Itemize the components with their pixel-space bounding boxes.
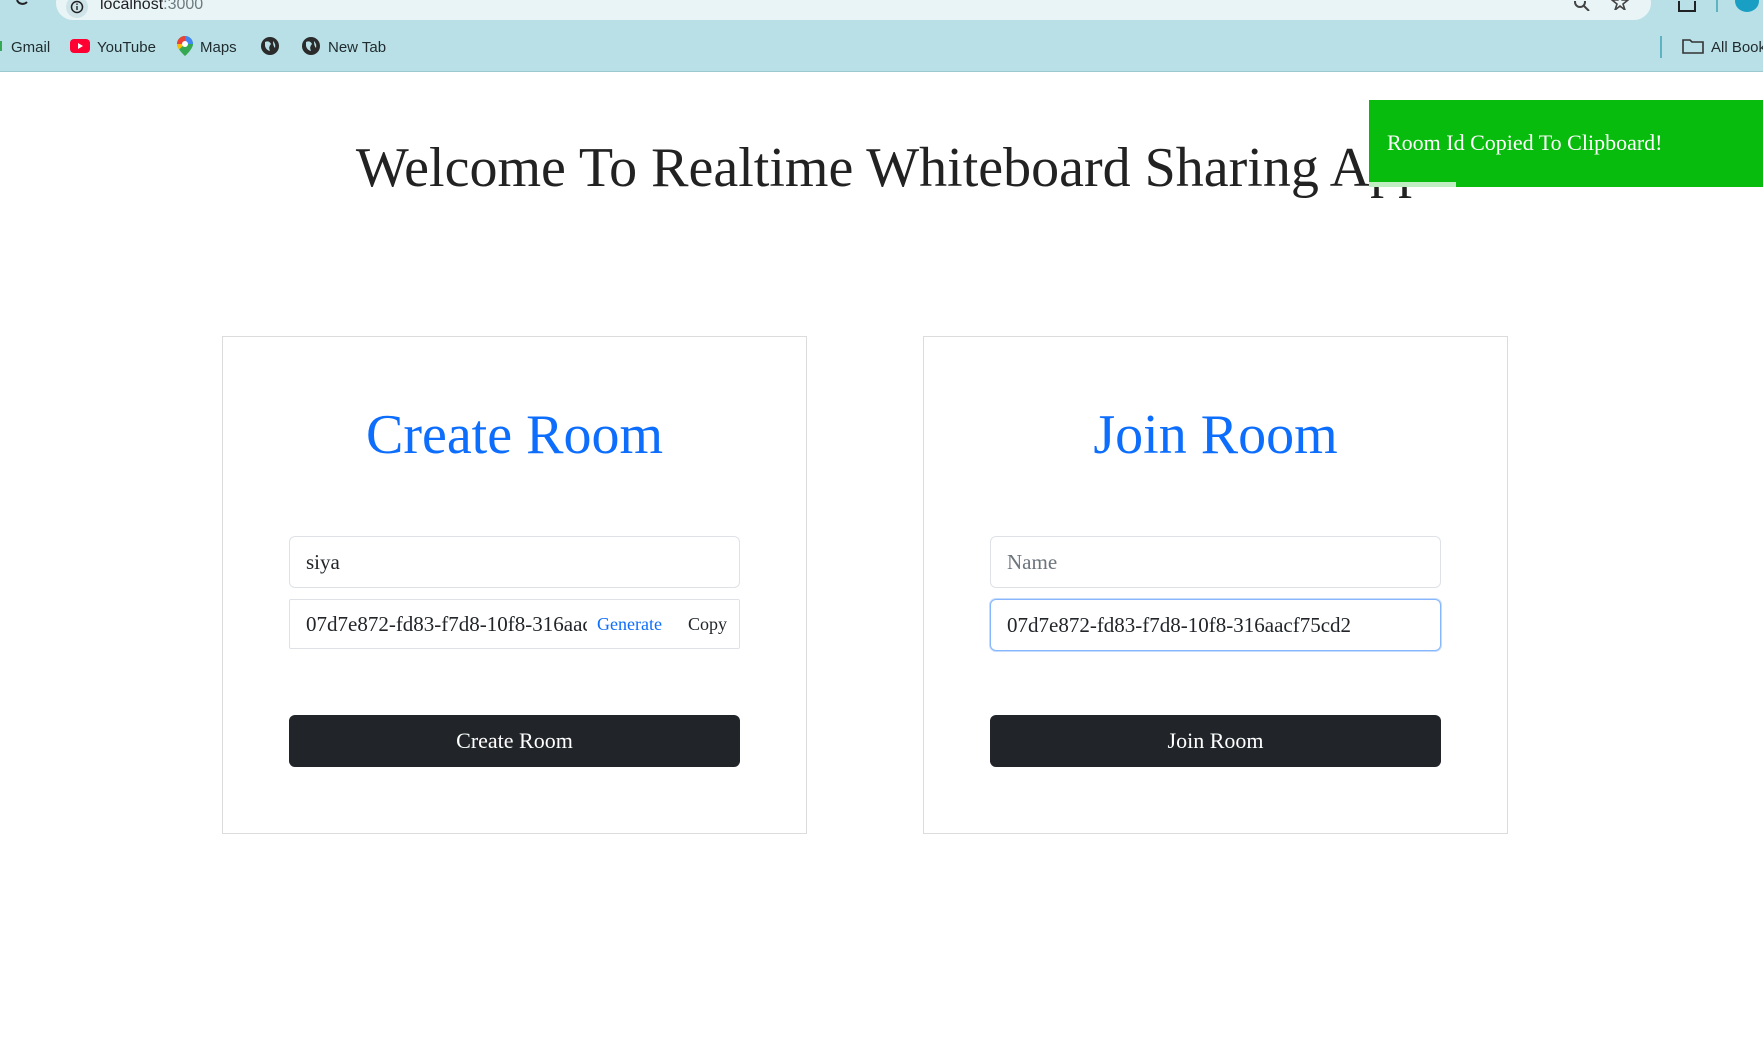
folder-icon (1682, 38, 1704, 58)
gmail-icon (0, 39, 4, 57)
create-room-button[interactable]: Create Room (289, 715, 740, 767)
join-room-id-input[interactable]: 07d7e872-fd83-f7d8-10f8-316aacf75cd2 (990, 599, 1441, 651)
bookmarks-divider (1660, 36, 1662, 58)
join-name-input[interactable]: Name (990, 536, 1441, 588)
address-bar[interactable]: localhost:3000 (56, 0, 1651, 20)
all-bookmarks-label: All Bookmarks (1711, 39, 1763, 56)
toast-message: Room Id Copied To Clipboard! (1387, 130, 1663, 155)
bookmark-star-icon[interactable] (1610, 0, 1630, 15)
youtube-icon (70, 38, 90, 57)
bookmark-gmail[interactable]: Gmail (0, 24, 50, 71)
globe-icon (260, 36, 280, 60)
create-name-input[interactable]: siya (289, 536, 740, 588)
create-room-card: Create Room siya 07d7e872-fd83-f7d8-10f8… (222, 336, 807, 834)
bookmark-maps[interactable]: Maps (177, 24, 237, 71)
url-port: :3000 (163, 0, 204, 13)
join-room-heading: Join Room (1093, 404, 1338, 466)
bookmark-label: Gmail (11, 39, 51, 56)
bookmark-youtube[interactable]: YouTube (70, 24, 156, 71)
copy-button[interactable]: Copy (676, 614, 739, 635)
site-info-icon[interactable] (66, 0, 88, 18)
join-room-button[interactable]: Join Room (990, 715, 1441, 767)
toast-progress-bar (1369, 182, 1456, 187)
globe-icon (301, 36, 321, 60)
bookmark-new-tab[interactable]: New Tab (301, 24, 386, 71)
reload-icon[interactable] (14, 0, 30, 12)
toolbar-divider (1716, 0, 1718, 12)
join-room-card: Join Room Name 07d7e872-fd83-f7d8-10f8-3… (923, 336, 1508, 834)
bookmarks-bar: Gmail YouTube Maps New Tab All Bookmarks (0, 24, 1763, 72)
maps-icon (177, 35, 193, 60)
bookmark-label: New Tab (328, 39, 387, 56)
url-host: localhost (100, 0, 164, 13)
success-toast[interactable]: Room Id Copied To Clipboard! (1369, 100, 1763, 187)
bookmark-label: YouTube (97, 39, 156, 56)
generate-button[interactable]: Generate (587, 614, 676, 635)
all-bookmarks-button[interactable]: All Bookmarks (1682, 24, 1763, 71)
bookmark-label: Maps (200, 39, 237, 56)
extensions-icon[interactable] (1676, 0, 1698, 18)
room-id-input[interactable]: 07d7e872-fd83-f7d8-10f8-316aacf75cd2 (290, 612, 587, 637)
join-name-placeholder: Name (1007, 549, 1058, 574)
room-id-input-group: 07d7e872-fd83-f7d8-10f8-316aacf75cd2 Gen… (289, 599, 740, 649)
bookmark-globe[interactable] (260, 24, 280, 71)
zoom-icon[interactable] (1573, 0, 1591, 16)
profile-avatar[interactable] (1735, 0, 1759, 12)
create-name-value: siya (306, 549, 340, 574)
create-room-heading: Create Room (365, 404, 664, 466)
join-room-id-value: 07d7e872-fd83-f7d8-10f8-316aacf75cd2 (1007, 612, 1352, 637)
url-text: localhost:3000 (100, 0, 203, 14)
browser-toolbar: localhost:3000 (0, 0, 1763, 24)
